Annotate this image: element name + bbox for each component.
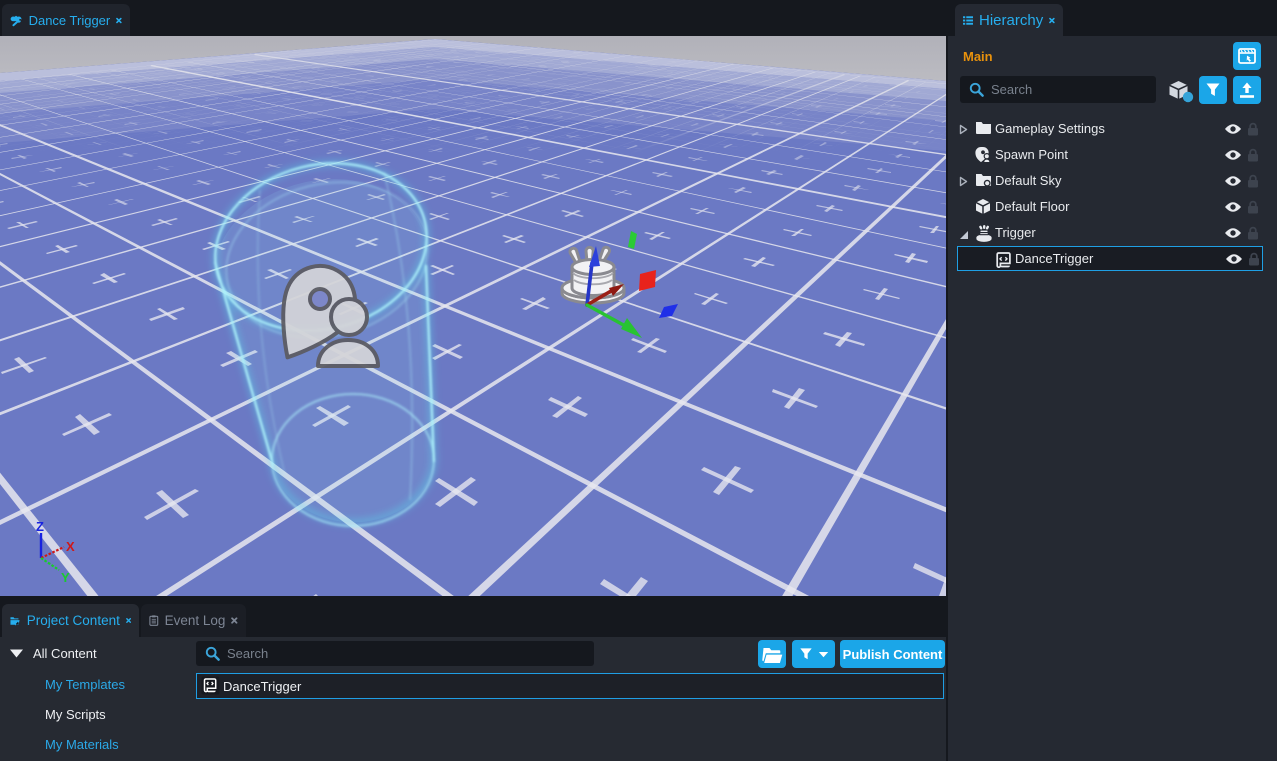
svg-text:X: X [66, 539, 75, 554]
svg-text:Y: Y [61, 570, 70, 585]
svg-text:Z: Z [36, 519, 44, 534]
